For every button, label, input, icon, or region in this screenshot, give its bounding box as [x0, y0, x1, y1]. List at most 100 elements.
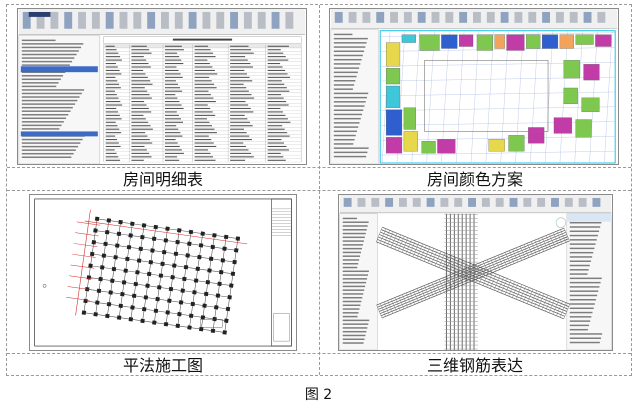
table-cell-text [194, 121, 210, 123]
panel-text-line [333, 80, 356, 82]
table-cell-text [131, 135, 148, 137]
column-section [173, 251, 179, 257]
table-cell-text [194, 56, 216, 58]
table-cell-text [267, 125, 283, 127]
column-section [208, 256, 214, 261]
panel-text-line [21, 60, 73, 63]
panel-text-line [569, 239, 597, 241]
table-cell-text [105, 104, 123, 106]
caption-room-color-scheme: 房间颜色方案 [426, 170, 523, 189]
ribbon-tool-icon [528, 11, 537, 23]
column-section [108, 290, 113, 295]
panel-text-line [333, 75, 357, 78]
panel-text-line [342, 342, 364, 344]
column-section [100, 265, 105, 270]
plane-method-drawing [29, 194, 297, 351]
column-section [116, 315, 122, 320]
table-cell-text [230, 104, 249, 106]
panel-text-line [333, 101, 366, 103]
panel-text-line [333, 138, 355, 141]
ribbon-tool-icon [578, 197, 587, 207]
table-cell-text [131, 49, 150, 51]
table-cell-text [131, 121, 149, 123]
table-cell-text [131, 52, 152, 54]
panel-text-line [569, 277, 602, 280]
panel-text-line [342, 251, 362, 254]
column-section [141, 223, 147, 228]
ribbon-tool-icon [202, 11, 211, 29]
table-cell-text [230, 73, 248, 75]
panel-text-line [342, 255, 361, 257]
column-section [125, 256, 130, 262]
table-cell-text [230, 66, 254, 68]
table-cell-text [105, 107, 117, 110]
table-cell-text [164, 80, 176, 82]
panel-text-line [342, 225, 368, 227]
column-section [187, 241, 192, 246]
table-cell-text [230, 132, 247, 134]
column-section [89, 251, 95, 257]
room-color-block [385, 68, 401, 85]
table-cell-text [164, 101, 180, 103]
panel-text-line [342, 312, 359, 314]
table-cell-text [164, 104, 182, 106]
column-section [118, 303, 123, 309]
column-section [172, 263, 177, 268]
3d-rebar-screenshot [338, 194, 613, 351]
caption-construction-drawing: 平法施工图 [122, 356, 203, 375]
panel-text-line [342, 274, 368, 276]
table-cell-text [194, 159, 216, 161]
ribbon-tool-icon [583, 11, 592, 23]
table-cell-text [105, 69, 120, 71]
column-section [205, 279, 211, 285]
column-section [203, 291, 209, 297]
panel-text-line [21, 145, 79, 148]
table-cell-text [131, 87, 145, 89]
column-section [157, 285, 162, 290]
panel-text-line [333, 105, 365, 107]
column-section [202, 303, 207, 308]
table-cell-text [105, 156, 119, 158]
panel-text-line [342, 319, 370, 322]
ribbon-tool-icon [78, 11, 86, 29]
room-color-block [385, 42, 401, 67]
table-cell-text [267, 118, 288, 120]
panel-text-line [569, 328, 588, 331]
room-color-block [403, 107, 416, 130]
panel-text-line [342, 315, 358, 318]
grid-divider-3 [7, 353, 631, 354]
table-cell-text [131, 69, 144, 71]
room-color-block [563, 87, 578, 104]
panel-text-line [333, 130, 358, 133]
ribbon-tool-icon [481, 197, 490, 207]
room-color-block [559, 34, 574, 49]
ribbon-tool-icon [459, 11, 468, 23]
ribbon-tool-icon [357, 197, 366, 207]
table-cell-text [267, 45, 289, 47]
table-cell-text [131, 118, 146, 120]
table-cell-text [267, 114, 286, 116]
column-section [118, 219, 123, 225]
table-cell-text [105, 118, 122, 120]
ribbon-tool-icon [348, 11, 357, 23]
panel-text-line [21, 99, 78, 102]
table-cell-text [194, 69, 215, 71]
table-cell-text [131, 149, 147, 151]
panel-text-line [569, 298, 596, 301]
column-section [215, 293, 221, 298]
panel-text-line [21, 149, 76, 151]
table-cell-text [194, 152, 211, 154]
3d-rebar-image [339, 195, 612, 350]
grid-divider-2 [7, 190, 631, 191]
panel-text-line [21, 138, 83, 141]
table-cell-text [105, 135, 116, 137]
table-cell-text [230, 59, 248, 61]
column-section [94, 216, 100, 222]
table-cell-text [164, 63, 184, 65]
column-section [232, 259, 237, 265]
table-cell-text [194, 114, 216, 116]
table-cell-text [267, 52, 284, 54]
table-cell-text [230, 121, 251, 123]
panel-text-line [342, 278, 368, 280]
table-cell-text [131, 139, 150, 141]
